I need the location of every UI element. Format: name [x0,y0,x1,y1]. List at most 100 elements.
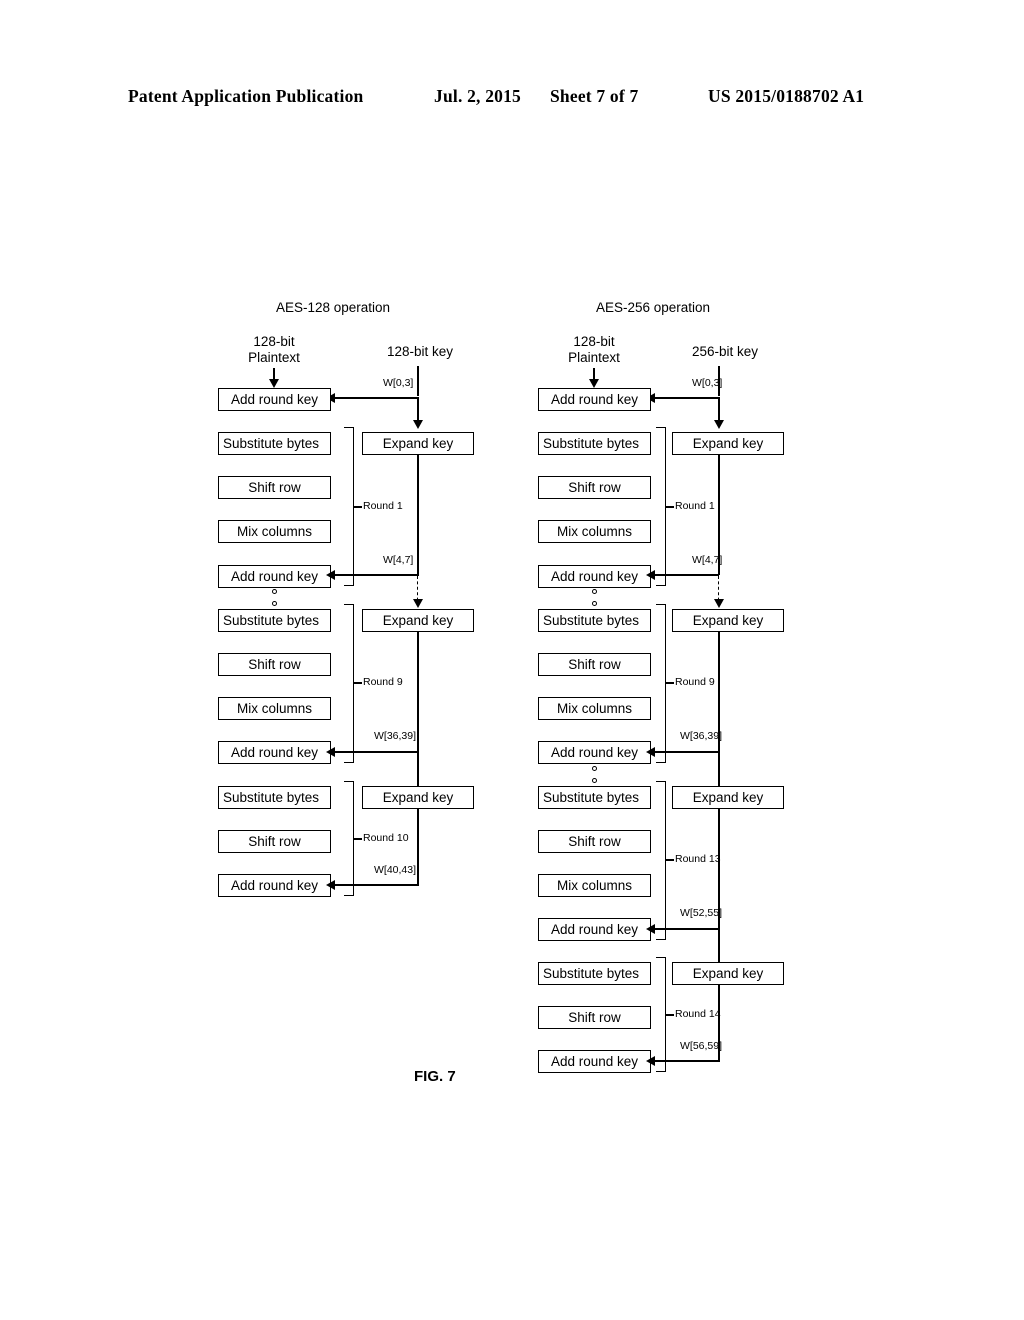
key-line-aes128-r10 [417,809,419,886]
round-label-aes128-r10: Round 10 [363,832,409,844]
box-expand-key-aes256-r14: Expand key [672,962,784,985]
round-bracket-aes128-r1 [344,427,354,586]
round-tick-aes256-r14 [666,1014,674,1016]
round-bracket-aes256-r1 [656,427,666,586]
key-feed-line-aes128-r1 [331,574,419,576]
ellipsis-dot-aes128-a2 [272,601,277,606]
plaintext-line1: 128-bit [253,334,295,349]
box-substitute-bytes-aes128-r9: Substitute bytes [218,609,331,632]
word-label-aes256-w03: W[0,3] [692,377,723,389]
box-mix-columns-aes128-r9: Mix columns [218,697,331,720]
round-tick-aes128-r10 [354,838,362,840]
box-substitute-bytes-aes256-r1: Substitute bytes [538,432,651,455]
plaintext-label-aes128: 128-bit Plaintext [218,334,330,366]
box-add-round-key-aes128-r10: Add round key [218,874,331,897]
ellipsis-dot-aes128-a1 [272,589,277,594]
box-shift-row-aes256-r9: Shift row [538,653,651,676]
word-label-aes128-w03: W[0,3] [383,377,414,389]
box-expand-key-aes128-r10: Expand key [362,786,474,809]
round-label-aes256-r13: Round 13 [675,853,721,865]
key-feed-arrow-aes128-r1 [326,570,335,580]
box-substitute-bytes-aes256-r14: Substitute bytes [538,962,651,985]
round-bracket-aes256-r14 [656,957,666,1072]
key-dash-arrow-aes128-1 [413,599,423,608]
round-bracket-aes128-r9 [344,604,354,763]
round-label-aes256-r14: Round 14 [675,1008,721,1020]
ellipsis-dot-aes256-b1 [592,766,597,771]
box-expand-key-aes256-r9: Expand key [672,609,784,632]
box-add-round-key-aes128-r9: Add round key [218,741,331,764]
key-line-aes256-r13-to-r14 [718,928,720,963]
key-feed-line-aes256-r13 [651,928,719,930]
box-expand-key-aes128-r1: Expand key [362,432,474,455]
key-feed-line-aes256-r14 [651,1060,719,1062]
box-add-round-key-initial-aes128: Add round key [218,388,331,411]
key-feed-line-aes128-r10 [331,884,419,886]
key-label-aes256: 256-bit key [691,344,759,359]
box-shift-row-aes128-r1: Shift row [218,476,331,499]
box-shift-row-aes256-r1: Shift row [538,476,651,499]
box-add-round-key-aes256-r1: Add round key [538,565,651,588]
box-mix-columns-aes128-r1: Mix columns [218,520,331,543]
round-tick-aes128-r9 [354,682,362,684]
box-shift-row-aes128-r10: Shift row [218,830,331,853]
key-feed-line-aes256-r9 [651,751,719,753]
box-mix-columns-aes256-r1: Mix columns [538,520,651,543]
round-bracket-aes256-r9 [656,604,666,763]
round-bracket-aes128-r10 [344,781,354,896]
key-feed-arrow-aes128-r10 [326,880,335,890]
box-add-round-key-aes256-r9: Add round key [538,741,651,764]
figure-caption: FIG. 7 [414,1068,456,1085]
key-feed-arrow-aes256-r13 [646,924,655,934]
key-line-aes256-r9-to-r13 [718,751,720,786]
box-add-round-key-aes128-r1: Add round key [218,565,331,588]
box-shift-row-aes256-r14: Shift row [538,1006,651,1029]
ellipsis-dot-aes256-a2 [592,601,597,606]
key-arrow-aes256-expand1 [714,420,724,429]
key-line-aes128-seg1 [417,366,419,396]
box-substitute-bytes-aes128-r1: Substitute bytes [218,432,331,455]
box-substitute-bytes-aes256-r13: Substitute bytes [538,786,651,809]
round-tick-aes256-r9 [666,682,674,684]
round-tick-aes256-r1 [666,506,674,508]
round-label-aes128-r1: Round 1 [363,500,403,512]
box-mix-columns-aes256-r13: Mix columns [538,874,651,897]
round-label-aes256-r1: Round 1 [675,500,715,512]
ellipsis-dot-aes256-a1 [592,589,597,594]
round-tick-aes128-r1 [354,506,362,508]
key-line-aes128-r1 [417,455,419,575]
box-add-round-key-aes256-r14: Add round key [538,1050,651,1073]
round-bracket-aes256-r13 [656,781,666,940]
box-add-round-key-aes256-r13: Add round key [538,918,651,941]
ellipsis-dot-aes256-b2 [592,778,597,783]
key-arrow-aes128-expand1 [413,420,423,429]
key-line-aes256-seg2 [718,397,720,422]
key-feed-line-aes128-r9 [331,751,419,753]
key-line-aes128-r9-to-r10 [417,751,419,786]
word-label-aes256-w47: W[4,7] [692,554,723,566]
key-feed-arrow-aes256-r1 [646,570,655,580]
plaintext-line2: Plaintext [248,350,300,365]
box-shift-row-aes128-r9: Shift row [218,653,331,676]
key-line-aes128-seg2 [417,397,419,422]
key-label-aes128: 128-bit key [386,344,454,359]
word-label-aes128-w47: W[4,7] [383,554,414,566]
key-feed-arrow-aes256-r14 [646,1056,655,1066]
key-line-aes128-r9 [417,632,419,752]
plaintext-arrow-head-aes128 [269,379,279,388]
key-feed-arrow-aes256-r9 [646,747,655,757]
word-label-aes256-w3639: W[36,39] [680,730,723,742]
box-substitute-bytes-aes256-r9: Substitute bytes [538,609,651,632]
plaintext-line1: 128-bit [573,334,615,349]
round-label-aes256-r9: Round 9 [675,676,715,688]
figure-7-diagram: AES-128 operation 128-bit Plaintext 128-… [0,0,1024,1320]
box-expand-key-aes256-r1: Expand key [672,432,784,455]
key-feed-line-aes128-0 [331,397,419,399]
word-label-aes256-w5659: W[56,59] [680,1040,723,1052]
box-expand-key-aes128-r9: Expand key [362,609,474,632]
key-dash-arrow-aes256-1 [714,599,724,608]
plaintext-arrow-head-aes256 [589,379,599,388]
key-feed-line-aes256-0 [651,397,719,399]
round-label-aes128-r9: Round 9 [363,676,403,688]
plaintext-line2: Plaintext [568,350,620,365]
